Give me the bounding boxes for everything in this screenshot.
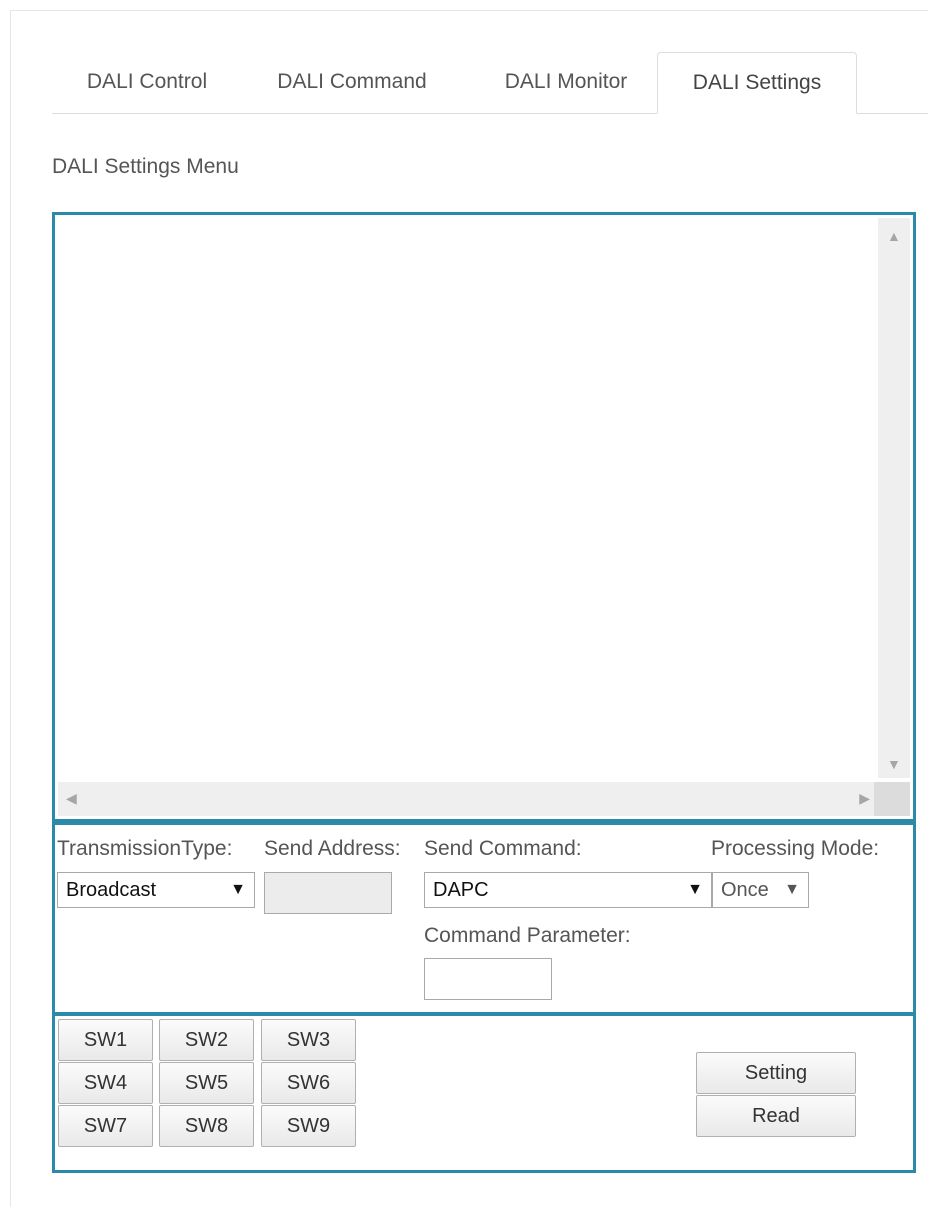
scroll-up-icon[interactable]: ▲ bbox=[887, 228, 901, 244]
processing-mode-select[interactable]: Once ▼ bbox=[712, 872, 809, 908]
send-address-label: Send Address: bbox=[264, 837, 401, 860]
settings-output-area[interactable]: ▲ ▼ ◀ ▶ bbox=[52, 212, 916, 822]
vertical-scrollbar[interactable]: ▲ ▼ bbox=[878, 218, 910, 778]
read-button[interactable]: Read bbox=[696, 1095, 856, 1137]
command-parameter-field[interactable] bbox=[424, 958, 552, 1000]
tab-dali-settings[interactable]: DALI Settings bbox=[657, 52, 857, 114]
tab-dali-monitor[interactable]: DALI Monitor bbox=[470, 52, 662, 114]
sw8-button[interactable]: SW8 bbox=[159, 1105, 254, 1147]
sw2-button[interactable]: SW2 bbox=[159, 1019, 254, 1061]
transmission-type-label: TransmissionType: bbox=[57, 837, 233, 860]
processing-mode-label: Processing Mode: bbox=[711, 837, 880, 860]
sw1-button[interactable]: SW1 bbox=[58, 1019, 153, 1061]
send-address-field bbox=[264, 872, 392, 914]
scroll-down-icon[interactable]: ▼ bbox=[887, 756, 901, 772]
tab-dali-command[interactable]: DALI Command bbox=[252, 52, 452, 114]
send-command-label: Send Command: bbox=[424, 837, 582, 860]
horizontal-scrollbar[interactable]: ◀ ▶ bbox=[58, 782, 878, 816]
chevron-down-icon: ▼ bbox=[784, 881, 800, 898]
sw7-button[interactable]: SW7 bbox=[58, 1105, 153, 1147]
buttons-panel: SW1 SW2 SW3 SW4 SW5 SW6 SW7 SW8 SW9 Sett… bbox=[52, 1013, 916, 1173]
page-title: DALI Settings Menu bbox=[52, 155, 239, 178]
scroll-right-icon[interactable]: ▶ bbox=[859, 790, 870, 807]
chevron-down-icon: ▼ bbox=[230, 881, 246, 898]
sw4-button[interactable]: SW4 bbox=[58, 1062, 153, 1104]
sw5-button[interactable]: SW5 bbox=[159, 1062, 254, 1104]
sw9-button[interactable]: SW9 bbox=[261, 1105, 356, 1147]
transmission-type-select[interactable]: Broadcast ▼ bbox=[57, 872, 255, 908]
chevron-down-icon: ▼ bbox=[687, 881, 703, 898]
scroll-left-icon[interactable]: ◀ bbox=[66, 790, 77, 807]
processing-mode-value: Once bbox=[721, 879, 769, 901]
tab-dali-control[interactable]: DALI Control bbox=[52, 52, 242, 114]
send-command-select[interactable]: DAPC ▼ bbox=[424, 872, 712, 908]
tab-bar: DALI Control DALI Command DALI Monitor D… bbox=[52, 52, 928, 114]
scroll-corner bbox=[874, 782, 910, 816]
transmission-type-value: Broadcast bbox=[66, 879, 157, 901]
send-command-value: DAPC bbox=[433, 879, 489, 901]
sw3-button[interactable]: SW3 bbox=[261, 1019, 356, 1061]
setting-button[interactable]: Setting bbox=[696, 1052, 856, 1094]
sw6-button[interactable]: SW6 bbox=[261, 1062, 356, 1104]
command-controls-panel: TransmissionType: Send Address: Send Com… bbox=[52, 822, 916, 1015]
command-parameter-label: Command Parameter: bbox=[424, 924, 631, 947]
